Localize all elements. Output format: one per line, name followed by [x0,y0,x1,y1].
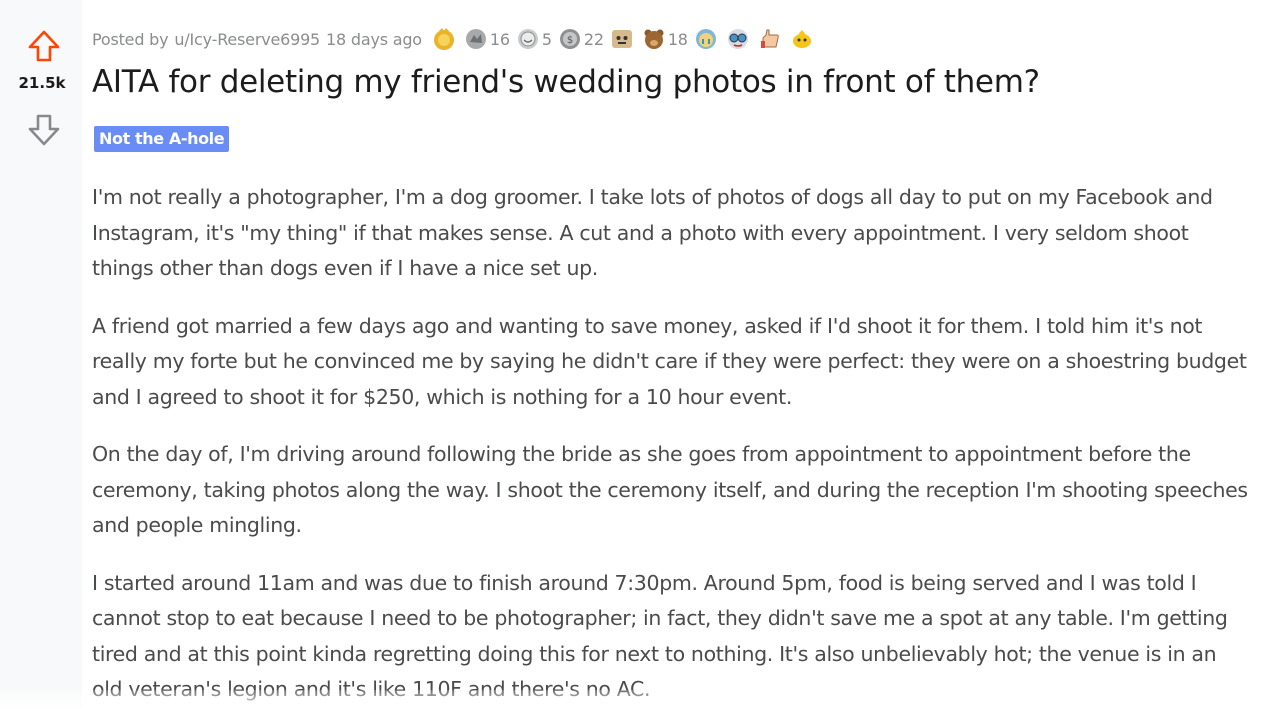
post-meta: Posted by u/Icy-Reserve6995 18 days ago [92,24,822,54]
award-face[interactable] [610,27,636,51]
award-goggles[interactable] [726,27,752,51]
wholesome-award-icon [516,27,540,51]
hand-award-icon [758,27,782,51]
body-paragraph: On the day of, I'm driving around follow… [92,442,1248,537]
post-flair[interactable]: Not the A-hole [94,126,230,152]
post-title[interactable]: AITA for deleting my friend's wedding ph… [92,64,1040,100]
svg-text:$: $ [567,35,573,46]
award-helpful[interactable]: 16 [464,27,510,51]
face-award-icon [610,27,634,51]
award-count: 18 [667,29,688,49]
posted-by-label: Posted by [92,29,169,49]
goggles-award-icon [726,27,750,51]
award-silver[interactable]: $ 22 [558,27,604,51]
body-paragraph: I started around 11am and was due to fin… [92,570,1228,702]
award-bear[interactable]: 18 [642,27,688,51]
upvote-arrow-icon[interactable] [26,28,62,64]
award-tears[interactable] [694,27,720,51]
award-count: 16 [489,29,510,49]
award-count: 5 [541,29,552,49]
tears-award-icon [694,27,718,51]
bear-award-icon [642,27,666,51]
helpful-award-icon [464,27,488,51]
award-gold[interactable] [432,27,458,51]
reddit-post-page: 21.5k Posted by u/Icy-Reserve6995 18 day… [0,0,1280,720]
downvote-arrow-icon[interactable] [26,112,62,148]
post-age: 18 days ago [326,29,422,49]
award-hand[interactable] [758,27,784,51]
body-paragraph: A friend got married a few days ago and … [92,313,1247,409]
bee-award-icon [790,27,814,51]
content-fade-overlay [0,690,1280,720]
author-link[interactable]: u/Icy-Reserve6995 [174,30,320,49]
gold-award-icon [432,27,456,51]
silver-award-icon: $ [558,27,582,51]
vote-score: 21.5k [18,74,66,92]
vote-column: 21.5k [0,0,82,720]
award-wholesome[interactable]: 5 [516,27,552,51]
body-paragraph: I'm not really a photographer, I'm a dog… [92,185,1213,280]
post-body: I'm not really a photographer, I'm a dog… [92,180,1252,720]
award-count: 22 [583,29,604,49]
award-bee[interactable] [790,27,816,51]
